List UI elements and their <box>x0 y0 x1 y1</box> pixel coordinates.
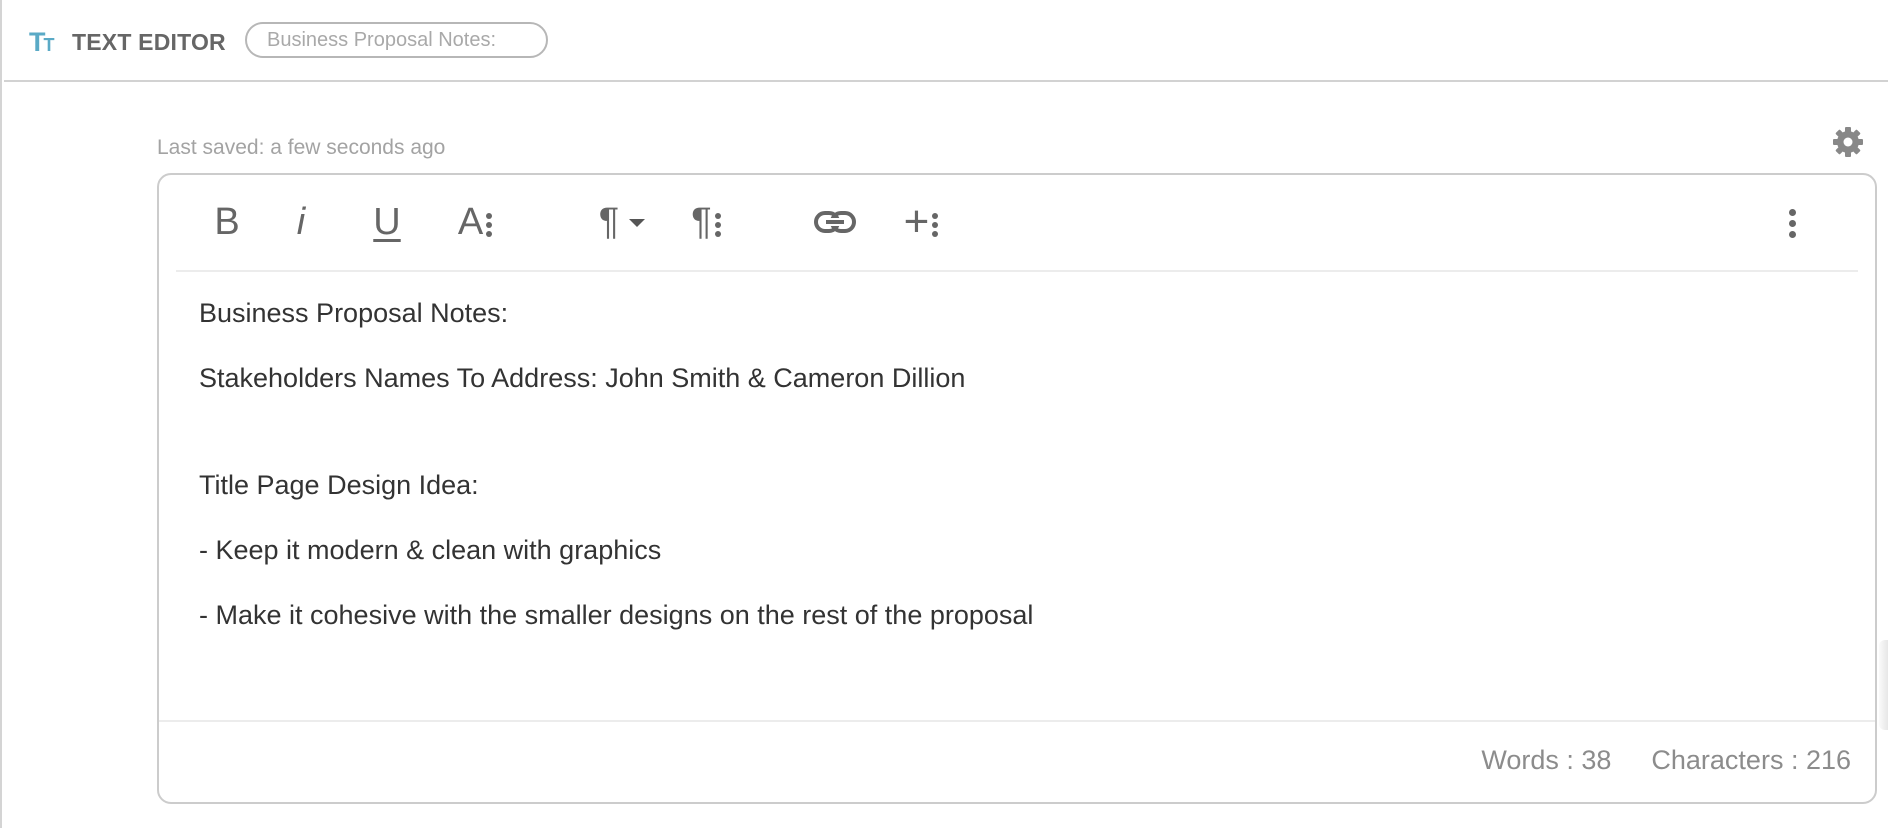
paragraph-more-button[interactable]: ¶ <box>683 197 729 247</box>
document-line: - Make it cohesive with the smaller desi… <box>199 600 1034 630</box>
document-line: Title Page Design Idea: <box>199 470 479 500</box>
editor-box: B i U A ¶ ¶ + Business Proposal Notes: S… <box>157 173 1877 804</box>
document-line: - Keep it modern & clean with graphics <box>199 535 662 565</box>
paragraph-icon: ¶ <box>691 201 712 243</box>
document-name: Business Proposal Notes: <box>267 28 497 51</box>
insert-more-button[interactable]: + <box>898 197 944 247</box>
chevron-down-icon <box>629 219 646 227</box>
bold-button[interactable]: B <box>209 197 245 247</box>
bold-icon: B <box>214 201 240 243</box>
app-header: T T TEXT EDITOR Business Proposal Notes: <box>4 0 1888 82</box>
more-vertical-icon[interactable] <box>1786 209 1798 241</box>
italic-button[interactable]: i <box>286 197 316 247</box>
formatting-toolbar: B i U A ¶ ¶ + <box>176 175 1858 272</box>
plus-icon: + <box>903 197 930 246</box>
scroll-edge-shadow <box>1879 640 1888 730</box>
app-title: TEXT EDITOR <box>72 29 226 55</box>
link-icon <box>814 211 856 233</box>
paragraph-format-dropdown[interactable]: ¶ <box>591 197 653 247</box>
document-line: Business Proposal Notes: <box>199 298 509 328</box>
insert-link-button[interactable] <box>813 197 857 247</box>
word-count: Words : 38 <box>1481 745 1612 775</box>
text-format-button[interactable]: A <box>452 197 498 247</box>
underline-icon: U <box>373 201 401 243</box>
paragraph-icon: ¶ <box>598 201 620 243</box>
document-body[interactable]: Business Proposal Notes: Stakeholders Na… <box>199 297 1835 664</box>
document-stats: Words : 38 Characters : 216 <box>1481 744 1851 776</box>
more-options-icon <box>714 213 721 237</box>
more-options-icon <box>932 213 939 237</box>
italic-icon: i <box>296 201 306 243</box>
document-line: Stakeholders Names To Address: John Smit… <box>199 363 966 393</box>
character-count: Characters : 216 <box>1651 745 1851 775</box>
more-options-icon <box>486 213 493 237</box>
last-saved-status: Last saved: a few seconds ago <box>157 136 446 159</box>
editor-footer: Words : 38 Characters : 216 <box>159 720 1875 802</box>
text-size-icon: T T <box>29 27 55 57</box>
document-name-pill[interactable]: Business Proposal Notes: <box>245 22 548 58</box>
underline-button[interactable]: U <box>367 197 407 247</box>
document-line-empty <box>199 427 1835 436</box>
font-format-icon: A <box>457 201 484 243</box>
app-frame: T T TEXT EDITOR Business Proposal Notes:… <box>0 0 1888 828</box>
gear-icon[interactable] <box>1832 126 1864 158</box>
